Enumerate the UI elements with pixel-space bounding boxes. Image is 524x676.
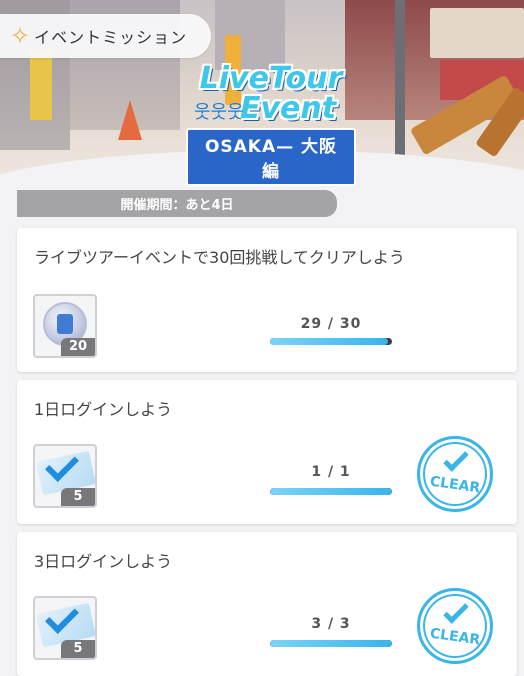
reward-item[interactable]: 20 xyxy=(33,294,97,358)
mission-card: ライブツアーイベントで30回挑戦してクリアしよう 20 29 / 30 xyxy=(17,228,517,372)
progress-bar xyxy=(270,338,392,345)
logo-line-1: LiveTour xyxy=(199,61,343,96)
progress-text: 3 / 3 xyxy=(311,616,351,632)
mission-card: 3日ログインしよう 5 3 / 3 CLEAR xyxy=(17,532,517,676)
event-period-bar: 開催期間：あと4日 xyxy=(17,190,337,217)
clear-stamp: CLEAR xyxy=(417,436,493,512)
clear-label: CLEAR xyxy=(428,625,482,649)
progress-fill xyxy=(270,488,392,495)
mission-card: 1日ログインしよう 5 1 / 1 CLEAR xyxy=(17,380,517,524)
reward-count: 5 xyxy=(61,488,95,506)
event-logo: LiveTour 웃웃웃 Event OSAKA— 大阪編 xyxy=(186,64,356,186)
reward-item[interactable]: 5 xyxy=(33,444,97,508)
sparkle-icon: ✧ xyxy=(10,22,31,50)
reward-count: 5 xyxy=(61,640,95,658)
progress-text: 1 / 1 xyxy=(311,464,351,480)
progress-bar xyxy=(270,640,392,647)
reward-item[interactable]: 5 xyxy=(33,596,97,660)
mission-title: 1日ログインしよう xyxy=(34,400,173,419)
page-title-pill: ✧ イベントミッション xyxy=(0,14,211,58)
progress-bar xyxy=(270,488,392,495)
logo-subtitle: OSAKA— 大阪編 xyxy=(186,128,356,186)
progress-fill xyxy=(270,338,388,345)
reward-count: 20 xyxy=(61,338,95,356)
page-title: イベントミッション xyxy=(34,28,188,47)
background-sign xyxy=(30,50,52,120)
mission-title: 3日ログインしよう xyxy=(34,552,173,571)
event-period-label: 開催期間：あと4日 xyxy=(120,198,234,213)
check-icon xyxy=(443,598,469,624)
mission-title: ライブツアーイベントで30回挑戦してクリアしよう xyxy=(34,248,405,267)
clear-stamp: CLEAR xyxy=(417,588,493,664)
progress-text: 29 / 30 xyxy=(300,316,362,332)
people-icon: 웃웃웃 xyxy=(194,102,244,123)
traffic-cone xyxy=(118,100,142,140)
background-sign xyxy=(430,8,524,58)
progress-fill xyxy=(270,640,392,647)
clear-label: CLEAR xyxy=(428,473,482,497)
check-icon xyxy=(443,446,469,472)
